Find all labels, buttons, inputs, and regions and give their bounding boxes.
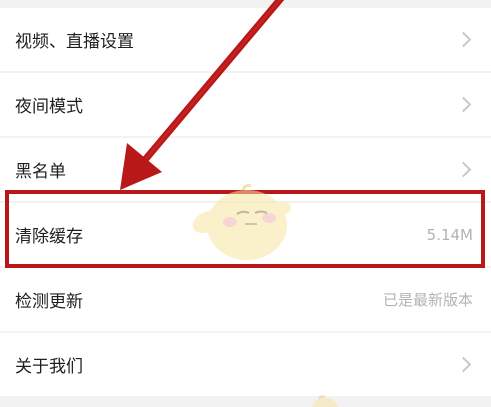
update-status-value: 已是最新版本 <box>382 291 473 309</box>
settings-item-label: 清除缓存 <box>15 227 83 247</box>
settings-item-clear-cache[interactable]: 清除缓存 5.14M <box>0 203 491 266</box>
chevron-right-icon <box>455 356 472 373</box>
settings-item-label: 检测更新 <box>15 292 83 312</box>
settings-item-label: 黑名单 <box>15 162 66 182</box>
settings-screen: 视频、直播设置 夜间模式 黑名单 清除缓存 5.14M 检测更新 已是最新版本 … <box>0 0 491 407</box>
settings-item-video-live[interactable]: 视频、直播设置 <box>0 8 491 71</box>
settings-item-night-mode[interactable]: 夜间模式 <box>0 73 491 136</box>
chevron-right-icon <box>455 161 472 178</box>
settings-item-label: 夜间模式 <box>15 97 83 117</box>
settings-item-blacklist[interactable]: 黑名单 <box>0 138 491 201</box>
settings-item-label: 关于我们 <box>15 357 83 377</box>
top-separator <box>0 0 491 8</box>
chevron-right-icon <box>455 96 472 113</box>
settings-item-label: 视频、直播设置 <box>15 32 134 52</box>
settings-list: 视频、直播设置 夜间模式 黑名单 清除缓存 5.14M 检测更新 已是最新版本 … <box>0 8 491 398</box>
cache-size-value: 5.14M <box>426 225 473 244</box>
settings-item-about-us[interactable]: 关于我们 <box>0 333 491 396</box>
settings-item-check-update[interactable]: 检测更新 已是最新版本 <box>0 268 491 331</box>
chevron-right-icon <box>455 31 472 48</box>
